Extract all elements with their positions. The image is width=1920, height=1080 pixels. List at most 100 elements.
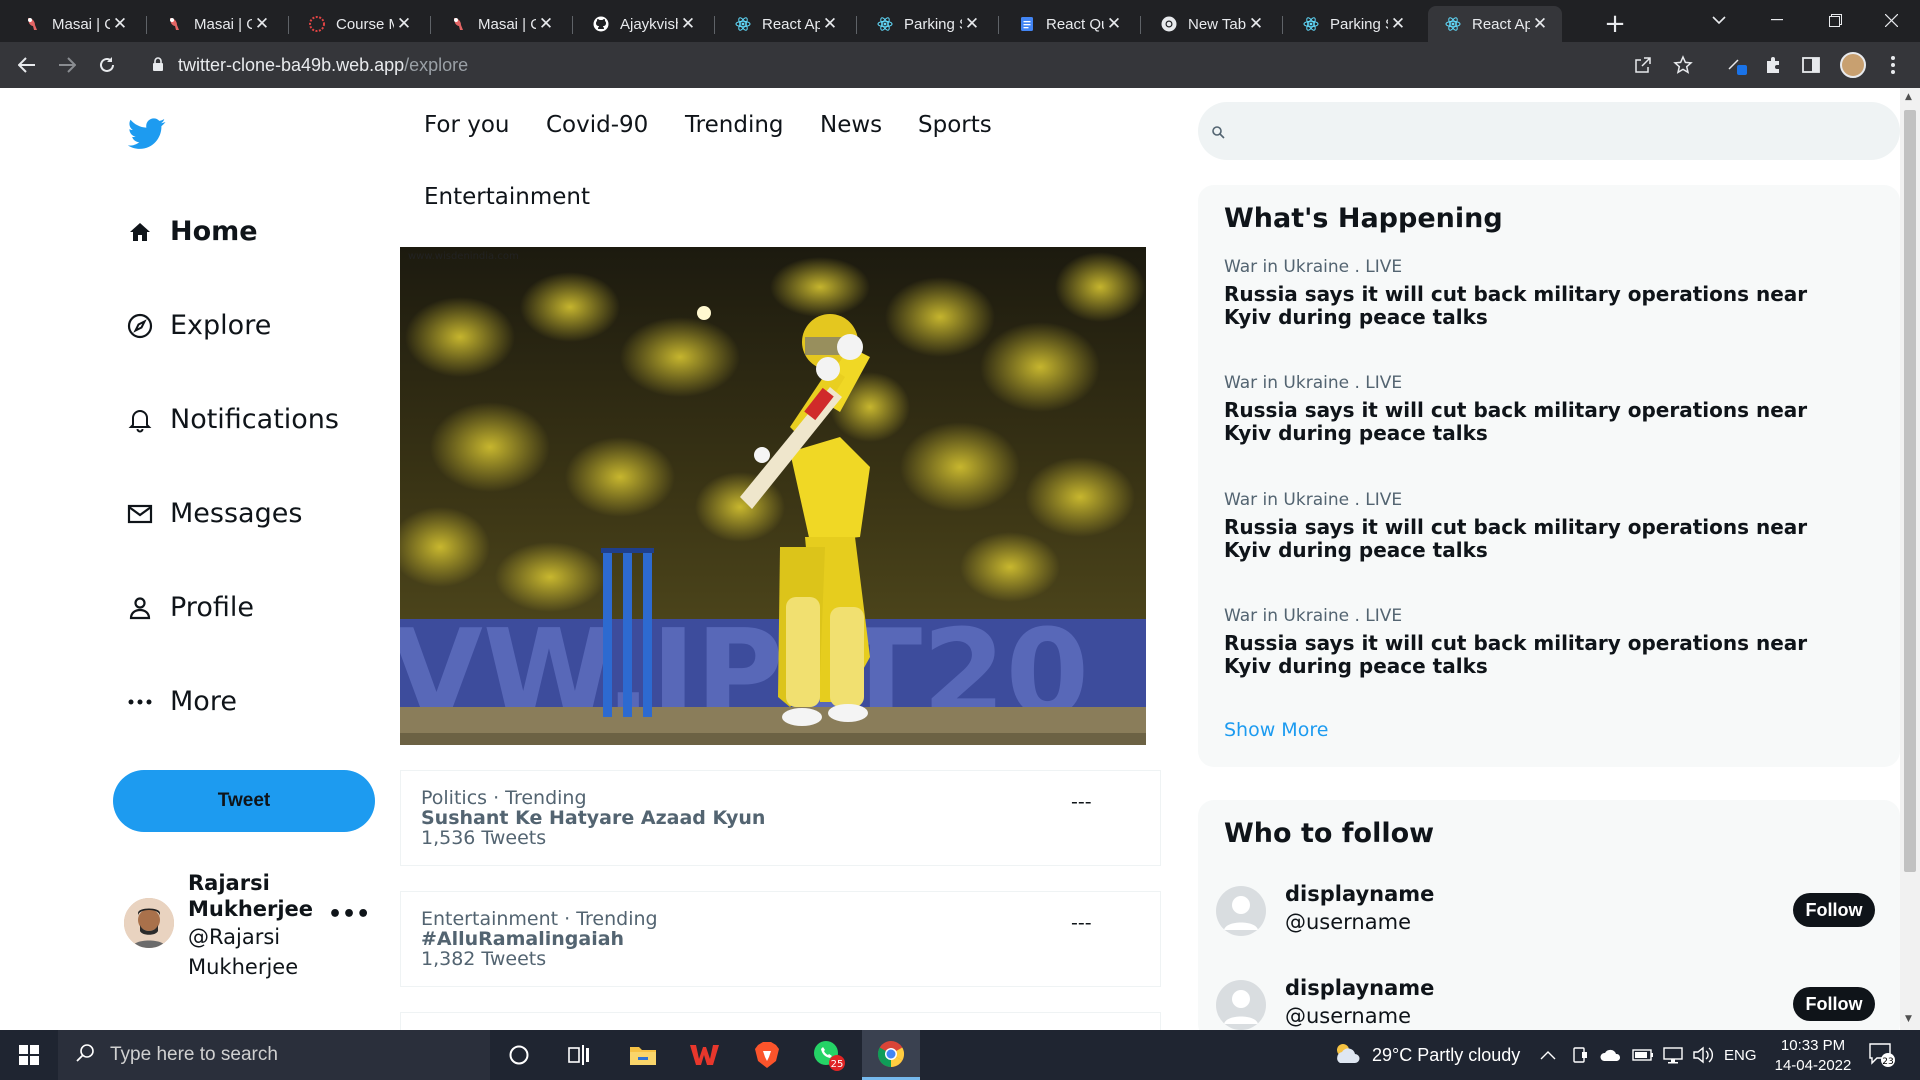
windows-taskbar: Type here to search 25 29°C Partly cloud…	[0, 1030, 1920, 1080]
nav-home[interactable]: Home	[126, 216, 258, 247]
tab-search-button[interactable]	[1690, 0, 1748, 40]
happening-headline[interactable]: Russia says it will cut back military op…	[1224, 632, 1844, 678]
account-more-icon[interactable]: •••	[328, 902, 370, 927]
scroll-up-arrow-icon[interactable]: ▲	[1905, 92, 1912, 102]
follow-button[interactable]: Follow	[1793, 893, 1875, 927]
system-clock[interactable]: 10:33 PM 14-04-2022	[1763, 1036, 1863, 1076]
trend-meta: Politics · Trending	[421, 787, 587, 809]
trend-options[interactable]: ---	[1071, 912, 1092, 934]
page-scrollbar[interactable]: ▲ ▼	[1900, 88, 1920, 1030]
topic-tab-for-you[interactable]: For you	[424, 112, 510, 138]
nav-explore[interactable]: Explore	[126, 310, 271, 341]
browser-tab[interactable]: Masai | Co✕	[150, 6, 284, 42]
close-tab-icon[interactable]: ✕	[1530, 14, 1550, 34]
browser-tab[interactable]: Masai | Co✕	[8, 6, 142, 42]
topic-tab-entertainment[interactable]: Entertainment	[424, 184, 590, 210]
hero-image[interactable]: VW.IPLT20 www.wisdenindia.com	[400, 247, 1146, 745]
notification-center-icon[interactable]: 23	[1868, 1030, 1896, 1080]
weather-widget[interactable]: 29°C Partly cloudy	[1332, 1030, 1520, 1080]
chrome-icon[interactable]	[862, 1030, 920, 1080]
topic-tab-trending[interactable]: Trending	[685, 112, 784, 138]
reload-button[interactable]	[92, 50, 122, 80]
browser-tab[interactable]: Parking Sl✕	[1286, 6, 1420, 42]
tab-separator	[146, 16, 147, 34]
file-explorer-icon[interactable]	[614, 1030, 672, 1080]
battery-icon[interactable]	[1632, 1030, 1654, 1080]
trend-options[interactable]: ---	[1071, 791, 1092, 813]
show-hidden-icons[interactable]	[1540, 1030, 1556, 1080]
bookmark-star-icon[interactable]	[1668, 50, 1698, 80]
close-tab-icon[interactable]: ✕	[962, 14, 982, 34]
nav-notifications[interactable]: Notifications	[126, 404, 339, 435]
topic-tab-covid[interactable]: Covid-90	[546, 112, 648, 138]
hero-watermark: www.wisdenindia.com	[408, 251, 519, 262]
restore-button[interactable]	[1806, 0, 1864, 40]
close-tab-icon[interactable]: ✕	[1388, 14, 1408, 34]
browser-tab[interactable]: New Tab ✕	[1144, 6, 1278, 42]
windows-start-icon[interactable]	[0, 1030, 58, 1080]
share-icon[interactable]	[1628, 50, 1658, 80]
cortana-icon[interactable]	[490, 1030, 548, 1080]
language-indicator[interactable]: ENG	[1724, 1030, 1757, 1080]
happening-headline[interactable]: Russia says it will cut back military op…	[1224, 516, 1844, 562]
trend-card-partial[interactable]	[400, 1012, 1161, 1030]
close-tab-icon[interactable]: ✕	[252, 14, 272, 34]
trend-card[interactable]: Entertainment · Trending #AlluRamalingai…	[400, 891, 1161, 987]
tab-title: Parking Sl	[1330, 15, 1388, 33]
search-input[interactable]	[1198, 102, 1900, 160]
back-button[interactable]	[12, 50, 42, 80]
browser-tab[interactable]: React App✕	[1428, 6, 1562, 42]
default-avatar-icon[interactable]	[1216, 886, 1266, 936]
browser-menu-icon[interactable]	[1878, 50, 1908, 80]
close-window-button[interactable]	[1862, 0, 1920, 40]
extension-pen-icon[interactable]	[1722, 50, 1752, 80]
topic-tab-news[interactable]: News	[820, 112, 882, 138]
whatsapp-icon[interactable]: 25	[800, 1030, 858, 1080]
address-bar[interactable]: twitter-clone-ba49b.web.app/explore	[140, 49, 1680, 81]
user-avatar[interactable]	[124, 898, 174, 948]
device-icon[interactable]	[1572, 1030, 1588, 1080]
close-tab-icon[interactable]: ✕	[394, 14, 414, 34]
volume-icon[interactable]	[1692, 1030, 1714, 1080]
close-tab-icon[interactable]: ✕	[1246, 14, 1266, 34]
side-panel-icon[interactable]	[1796, 50, 1826, 80]
profile-avatar[interactable]	[1838, 50, 1868, 80]
happening-headline[interactable]: Russia says it will cut back military op…	[1224, 283, 1844, 329]
scroll-down-arrow-icon[interactable]: ▼	[1905, 1014, 1912, 1024]
trend-card[interactable]: Politics · Trending Sushant Ke Hatyare A…	[400, 770, 1161, 866]
onedrive-cloud-icon[interactable]	[1600, 1030, 1622, 1080]
minimize-button[interactable]	[1748, 0, 1806, 40]
tweet-button[interactable]: Tweet	[113, 770, 375, 832]
extensions-puzzle-icon[interactable]	[1758, 50, 1788, 80]
happening-headline[interactable]: Russia says it will cut back military op…	[1224, 399, 1844, 445]
whatsapp-badge: 25	[831, 1059, 844, 1070]
nav-more[interactable]: More	[126, 686, 237, 717]
twitter-logo-icon[interactable]	[127, 118, 166, 154]
browser-tab[interactable]: Masai | Co✕	[434, 6, 568, 42]
browser-tab[interactable]: Course Mo✕	[292, 6, 426, 42]
default-avatar-icon[interactable]	[1216, 980, 1266, 1030]
show-more-link[interactable]: Show More	[1224, 719, 1328, 741]
browser-tab[interactable]: Ajaykvish ✕	[576, 6, 710, 42]
scrollbar-thumb[interactable]	[1904, 110, 1916, 872]
follow-button[interactable]: Follow	[1793, 987, 1875, 1021]
close-tab-icon[interactable]: ✕	[1104, 14, 1124, 34]
nav-profile[interactable]: Profile	[126, 592, 254, 623]
close-tab-icon[interactable]: ✕	[678, 14, 698, 34]
taskbar-search-input[interactable]: Type here to search	[58, 1030, 490, 1080]
brave-browser-icon[interactable]	[738, 1030, 796, 1080]
topic-tab-sports[interactable]: Sports	[918, 112, 992, 138]
close-tab-icon[interactable]: ✕	[820, 14, 840, 34]
task-view-icon[interactable]	[550, 1030, 608, 1080]
wps-office-icon[interactable]	[675, 1030, 733, 1080]
whats-happening-title: What's Happening	[1224, 203, 1503, 234]
nav-messages[interactable]: Messages	[126, 498, 302, 529]
browser-tab[interactable]: Parking Sl✕	[860, 6, 994, 42]
network-icon[interactable]	[1662, 1030, 1684, 1080]
browser-tab[interactable]: React App✕	[718, 6, 852, 42]
close-tab-icon[interactable]: ✕	[110, 14, 130, 34]
forward-button[interactable]	[52, 50, 82, 80]
new-tab-button[interactable]: +	[1598, 7, 1632, 41]
close-tab-icon[interactable]: ✕	[536, 14, 556, 34]
browser-tab[interactable]: React Qui✕	[1002, 6, 1136, 42]
